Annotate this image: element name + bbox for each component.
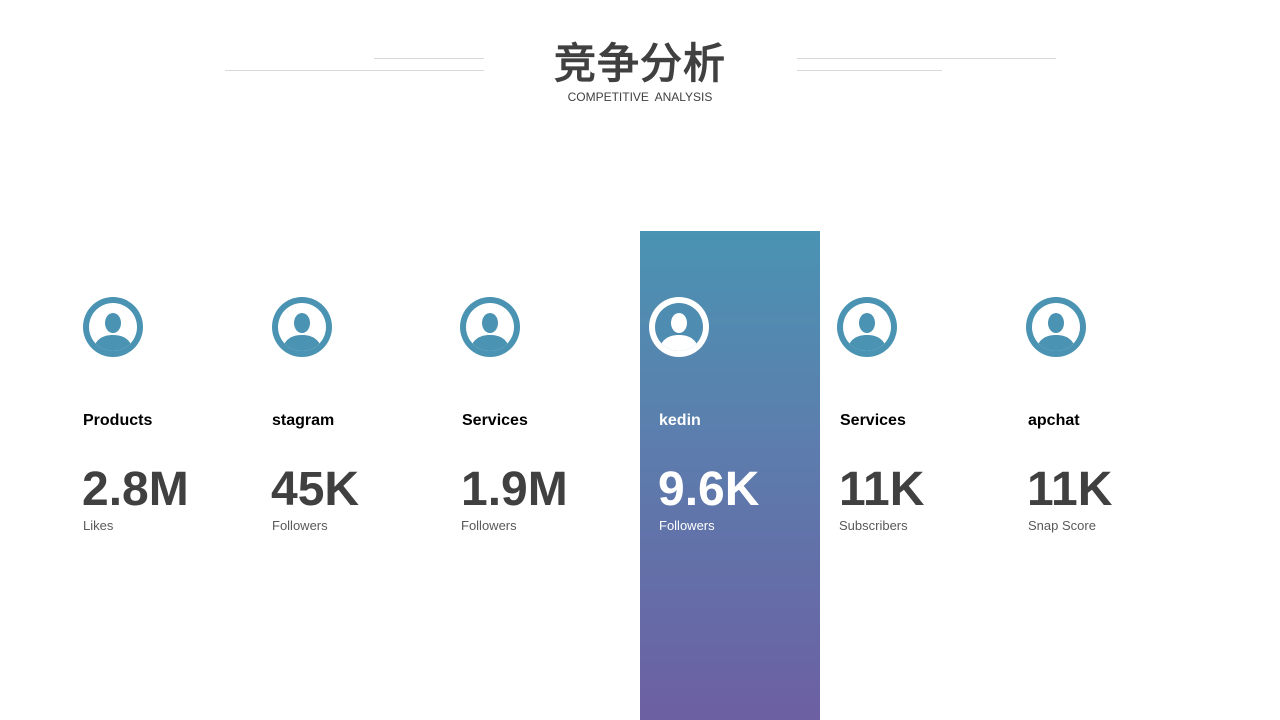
competitor-metric: Followers: [272, 518, 328, 533]
competitor-name: Services: [462, 412, 528, 429]
user-avatar-icon: [460, 297, 520, 357]
competitor-card-3: Services 1.9M Followers: [460, 0, 641, 720]
competitor-value: 2.8M: [82, 463, 189, 516]
competitor-metric: Snap Score: [1028, 518, 1096, 533]
competitor-card-5: Services 11K Subscribers: [837, 0, 1020, 720]
competitor-name: Products: [83, 412, 153, 429]
user-avatar-icon: [837, 297, 897, 357]
competitor-value: 11K: [1027, 463, 1113, 516]
competitor-metric: Likes: [83, 518, 114, 533]
user-avatar-icon: [1026, 297, 1086, 357]
user-avatar-icon: [83, 297, 143, 357]
user-avatar-icon: [649, 297, 709, 357]
competitor-card-2: stagram 45K Followers: [271, 0, 452, 720]
competitor-card-4-highlighted: kedin 9.6K Followers: [649, 0, 839, 720]
competitor-metric: Followers: [659, 518, 715, 533]
competitor-name: kedin: [659, 412, 701, 429]
competitor-name: apchat: [1028, 412, 1080, 429]
competitor-card-1: Products 2.8M Likes: [82, 0, 263, 720]
competitor-value: 45K: [271, 463, 360, 516]
competitor-metric: Followers: [461, 518, 517, 533]
competitor-name: stagram: [272, 412, 335, 429]
slide: 竞争分析 COMPETITIVE ANALYSIS Products 2.8M …: [0, 0, 1280, 720]
user-avatar-icon: [272, 297, 332, 357]
competitor-metric: Subscribers: [839, 518, 908, 533]
competitor-value: 11K: [839, 463, 925, 516]
competitor-value: 1.9M: [461, 463, 568, 516]
competitor-name: Services: [840, 412, 906, 429]
competitor-card-6: apchat 11K Snap Score: [1026, 0, 1208, 720]
competitor-value: 9.6K: [658, 463, 760, 516]
